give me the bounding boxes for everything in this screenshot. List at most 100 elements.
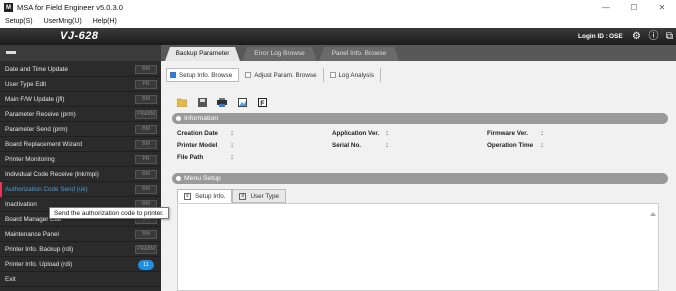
- tab-content: Setup Info. Browse Adjust Param. Browse …: [161, 61, 676, 291]
- subtab-indicator-icon: [329, 72, 336, 78]
- mode-badge: BM: [135, 170, 157, 179]
- sidebar-item-parameter-send[interactable]: Parameter Send (prm) BM: [0, 122, 161, 137]
- minimize-button[interactable]: —: [592, 0, 620, 15]
- file-f-icon[interactable]: F: [257, 97, 267, 107]
- sidebar-item-label: Inactivation: [5, 201, 37, 208]
- title-bar: M MSA for Field Engineer v5.0.3.0 — ☐ ✕: [0, 0, 676, 15]
- subtab-setup-info-browse[interactable]: Setup Info. Browse: [166, 68, 240, 82]
- sidebar-item-main-fw-update[interactable]: Main F/W Update (jfl) BM: [0, 92, 161, 107]
- app-window: M MSA for Field Engineer v5.0.3.0 — ☐ ✕ …: [0, 0, 676, 291]
- subtab-label: Adjust Param. Browse: [254, 71, 317, 79]
- sidebar-item-user-type-edit[interactable]: User Type Edit PR: [0, 77, 161, 92]
- folder-icon[interactable]: [177, 97, 187, 107]
- sidebar-item-board-replacement-wizard[interactable]: Board Replacement Wizard BM: [0, 137, 161, 152]
- info-colon: :: [386, 130, 389, 137]
- subtab-adjust-param-browse[interactable]: Adjust Param. Browse: [242, 68, 324, 82]
- scroll-up-arrow-icon[interactable]: [650, 212, 656, 216]
- tab-label: User Type: [250, 192, 280, 200]
- save-icon[interactable]: [197, 97, 207, 107]
- subtabs: Setup Info. Browse Adjust Param. Browse …: [166, 68, 384, 82]
- tab-user-type[interactable]: ≡ User Type: [232, 189, 287, 203]
- menu-setup-section-header: Menu Setup: [172, 173, 668, 184]
- tab-error-log-browse[interactable]: Error Log Browse: [242, 47, 317, 61]
- mode-badge: PR&BM: [135, 245, 157, 254]
- sidebar-item-label: Printer Monitoring: [5, 156, 55, 163]
- info-label-firmware-ver: Firmware Ver.: [487, 130, 528, 137]
- sidebar-item-label: Printer Info. Upload (rdi): [5, 261, 73, 268]
- subtab-log-analysis[interactable]: Log Analysis: [327, 68, 381, 82]
- main-panel: Backup Parameter Error Log Browse Panel …: [161, 45, 676, 291]
- sidebar-item-label: Maintenance Panel: [5, 231, 59, 238]
- setup-info-icon: ≡: [184, 192, 191, 200]
- window-layout-icon[interactable]: ⧉: [664, 31, 675, 42]
- info-colon: :: [541, 142, 544, 149]
- sidebar-item-printer-info-upload[interactable]: Printer Info. Upload (rdi) 11: [0, 257, 161, 272]
- info-icon[interactable]: ⓘ: [648, 31, 659, 42]
- menu-setup[interactable]: Setup(S): [5, 18, 33, 25]
- menu-help[interactable]: Help(H): [93, 18, 117, 25]
- window-controls: — ☐ ✕: [592, 0, 676, 15]
- tooltip: Send the authorization code to printer.: [49, 207, 169, 219]
- info-label-file-path: File Path: [177, 154, 204, 161]
- tab-backup-parameter[interactable]: Backup Parameter: [165, 47, 240, 61]
- app-header: VJ-628 Login ID : OSE ⚙ ⓘ ⧉: [0, 28, 676, 45]
- main-tabs: Backup Parameter Error Log Browse Panel …: [161, 45, 676, 61]
- mode-badge: PR: [135, 80, 157, 89]
- subtab-label: Log Analysis: [338, 71, 374, 79]
- tab-panel-info-browse[interactable]: Panel Info. Browse: [319, 47, 399, 61]
- login-id-value: OSE: [609, 33, 623, 40]
- sidebar-item-date-time-update[interactable]: Date and Time Update BM: [0, 62, 161, 77]
- login-id-label: Login ID :: [578, 33, 608, 40]
- sidebar-item-maintenance-panel[interactable]: Maintenance Panel BM: [0, 227, 161, 242]
- menu-bar: Setup(S) UserMng(U) Help(H): [0, 15, 676, 28]
- info-label-application-ver: Application Ver.: [332, 130, 380, 137]
- mode-badge: BM: [135, 185, 157, 194]
- notification-bubble: 11: [138, 260, 154, 270]
- sidebar-item-printer-info-backup[interactable]: Printer Info. Backup (rdi) PR&BM: [0, 242, 161, 257]
- info-label-serial-no: Serial No.: [332, 142, 362, 149]
- sidebar-item-authorization-code-send[interactable]: Authorization Code Send (uk) BM: [0, 182, 161, 197]
- sidebar-item-label: Board Replacement Wizard: [5, 141, 82, 148]
- subtab-indicator-icon: [170, 72, 176, 78]
- info-label-printer-model: Printer Model: [177, 142, 218, 149]
- menu-usermng[interactable]: UserMng(U): [44, 18, 82, 25]
- sidebar-item-individual-code-receive[interactable]: Individual Code Receive (lnk/mpi) BM: [0, 167, 161, 182]
- collapse-bar-icon: [6, 51, 16, 54]
- close-button[interactable]: ✕: [648, 0, 676, 15]
- maximize-button[interactable]: ☐: [620, 0, 648, 15]
- sidebar: Date and Time Update BM User Type Edit P…: [0, 45, 161, 291]
- info-label-creation-date: Creation Date: [177, 130, 218, 137]
- sidebar-item-label: Date and Time Update: [5, 66, 69, 73]
- sidebar-item-label: Individual Code Receive (lnk/mpi): [5, 171, 99, 178]
- menu-setup-tabs: ≡ Setup Info. ≡ User Type: [177, 189, 287, 203]
- sidebar-item-label: Main F/W Update (jfl): [5, 96, 65, 103]
- subtab-indicator-icon: [245, 72, 252, 78]
- window-title: MSA for Field Engineer v5.0.3.0: [17, 3, 123, 12]
- tab-setup-info[interactable]: ≡ Setup Info.: [177, 189, 233, 203]
- mode-badge: BM: [135, 65, 157, 74]
- printer-icon[interactable]: [217, 97, 227, 107]
- sidebar-item-parameter-receive[interactable]: Parameter Receive (prm) PR&BM: [0, 107, 161, 122]
- mode-badge: BM: [135, 140, 157, 149]
- image-icon[interactable]: [237, 97, 247, 107]
- sidebar-collapse-toggle[interactable]: [0, 45, 161, 61]
- svg-text:F: F: [260, 100, 265, 107]
- sidebar-item-label: Authorization Code Send (uk): [5, 186, 88, 193]
- mode-badge: PR&BM: [135, 110, 157, 119]
- settings-gear-icon[interactable]: ⚙: [631, 31, 642, 42]
- info-label-operation-time: Operation Time: [487, 142, 534, 149]
- info-colon: :: [231, 130, 234, 137]
- sidebar-item-label: Exit: [5, 276, 16, 283]
- information-section-header: Information: [172, 113, 668, 124]
- mode-badge: BM: [135, 230, 157, 239]
- sidebar-item-printer-monitoring[interactable]: Printer Monitoring PR: [0, 152, 161, 167]
- sidebar-item-label: User Type Edit: [5, 81, 47, 88]
- user-type-icon: ≡: [239, 192, 247, 200]
- subtab-label: Setup Info. Browse: [179, 71, 233, 79]
- info-colon: :: [231, 154, 234, 161]
- info-colon: :: [386, 142, 389, 149]
- sidebar-item-label: Parameter Receive (prm): [5, 111, 76, 118]
- file-toolbar: F: [177, 97, 277, 107]
- sidebar-item-exit[interactable]: Exit: [0, 272, 161, 287]
- info-colon: :: [231, 142, 234, 149]
